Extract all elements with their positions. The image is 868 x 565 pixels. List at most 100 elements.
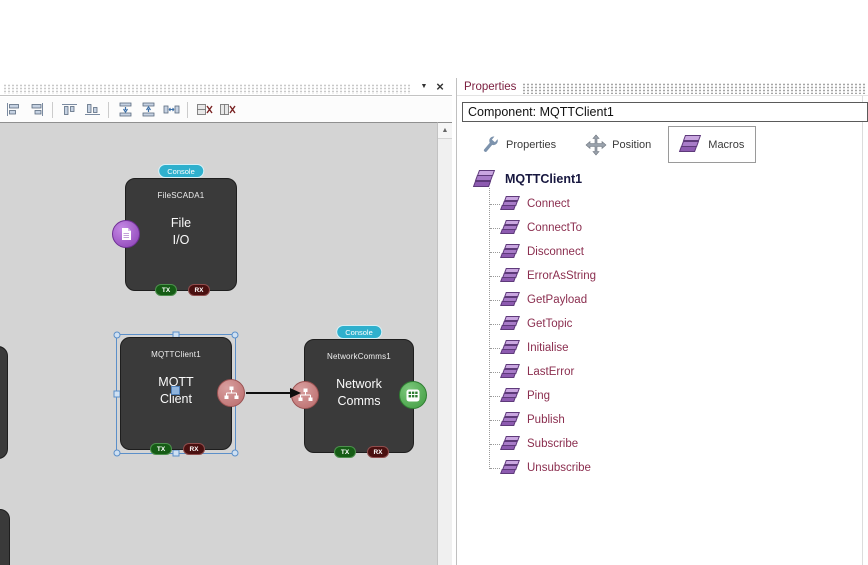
macro-list: Connect ConnectTo Disconnect ErrorAsStri… <box>457 192 868 480</box>
console-badge: Console <box>158 164 204 178</box>
canvas-vertical-scrollbar[interactable]: ▲ <box>437 122 452 565</box>
tab-properties[interactable]: Properties <box>467 126 568 163</box>
macro-label: Publish <box>527 414 565 426</box>
macro-label: Connect <box>527 198 570 210</box>
design-pane-header[interactable]: ▼ × <box>0 78 452 96</box>
properties-panel-header[interactable]: Properties <box>457 78 868 96</box>
remove-row-icon[interactable] <box>194 101 214 118</box>
pane-close-button[interactable]: × <box>432 79 448 94</box>
macro-label: LastError <box>527 366 574 378</box>
macro-icon <box>501 268 520 284</box>
component-title: Network Comms <box>305 376 413 410</box>
macro-item-connect[interactable]: Connect <box>457 192 868 216</box>
macro-item-gettopic[interactable]: GetTopic <box>457 312 868 336</box>
macro-item-unsubscribe[interactable]: Unsubscribe <box>457 456 868 480</box>
title-line: Network <box>336 377 382 391</box>
tx-badge: TX <box>334 446 356 458</box>
title-line: I/O <box>173 233 190 247</box>
app-window: ▼ × <box>0 0 868 565</box>
component-instance-name: MQTTClient1 <box>121 350 231 359</box>
macro-icon <box>501 196 520 212</box>
spacing-icon[interactable] <box>161 101 181 118</box>
macro-icon <box>501 460 520 476</box>
component-block-networkcomms1[interactable]: Console NetworkComms1 Network Comms TX R… <box>304 339 414 453</box>
component-icon <box>474 170 497 189</box>
offscreen-component-block[interactable] <box>0 509 10 565</box>
macro-icon <box>501 316 520 332</box>
selection-handle[interactable] <box>114 332 121 339</box>
macro-item-lasterror[interactable]: LastError <box>457 360 868 384</box>
macro-item-errorasstring[interactable]: ErrorAsString <box>457 264 868 288</box>
properties-panel: Properties Component: MQTTClient1 Proper… <box>456 78 868 565</box>
macro-label: ErrorAsString <box>527 270 596 282</box>
macro-label: GetTopic <box>527 318 572 330</box>
toolbar-separator <box>108 102 109 118</box>
network-port-icon[interactable] <box>217 379 245 407</box>
tab-position[interactable]: Position <box>573 126 663 163</box>
connection-arrow[interactable] <box>244 386 302 400</box>
pane-menu-button[interactable]: ▼ <box>416 79 432 94</box>
macro-icon <box>501 244 520 260</box>
align-top-icon[interactable] <box>59 101 79 118</box>
macro-icon <box>501 412 520 428</box>
macro-label: Disconnect <box>527 246 584 258</box>
tab-label: Properties <box>506 139 556 151</box>
macro-icon <box>501 340 520 356</box>
macro-icon <box>501 436 520 452</box>
console-badge: Console <box>336 325 382 339</box>
scroll-up-button[interactable]: ▲ <box>438 123 452 139</box>
tab-label: Macros <box>708 139 744 151</box>
title-line: Comms <box>337 394 380 408</box>
rx-badge: RX <box>367 446 389 458</box>
distribute-down-icon[interactable] <box>115 101 135 118</box>
macro-label: Unsubscribe <box>527 462 591 474</box>
macro-label: Ping <box>527 390 550 402</box>
alignment-toolbar <box>0 97 452 122</box>
macro-item-ping[interactable]: Ping <box>457 384 868 408</box>
macro-label: ConnectTo <box>527 222 582 234</box>
component-block-filescada1[interactable]: Console FileSCADA1 File I/O TX RX <box>125 178 237 291</box>
pane-grip-texture <box>522 83 866 94</box>
tab-label: Position <box>612 139 651 151</box>
tree-root-mqttclient1[interactable]: MQTTClient1 <box>457 166 868 192</box>
macro-item-initialise[interactable]: Initialise <box>457 336 868 360</box>
macro-item-publish[interactable]: Publish <box>457 408 868 432</box>
pane-grip-texture <box>3 84 410 94</box>
align-right-icon[interactable] <box>26 101 46 118</box>
macro-icon <box>501 292 520 308</box>
selection-anchor-handle[interactable] <box>171 386 180 395</box>
macro-label: GetPayload <box>527 294 587 306</box>
selection-handle[interactable] <box>114 450 121 457</box>
offscreen-component-block[interactable] <box>0 346 8 459</box>
macro-item-getpayload[interactable]: GetPayload <box>457 288 868 312</box>
tx-badge: TX <box>155 284 177 296</box>
macro-tree: MQTTClient1 Connect ConnectTo Disconnect <box>457 166 868 480</box>
device-port-icon[interactable] <box>399 381 427 409</box>
align-left-icon[interactable] <box>3 101 23 118</box>
selection-handle[interactable] <box>232 450 239 457</box>
rx-badge: RX <box>188 284 210 296</box>
tab-macros[interactable]: Macros <box>668 126 756 163</box>
align-bottom-icon[interactable] <box>82 101 102 118</box>
selection-handle[interactable] <box>232 332 239 339</box>
macro-item-disconnect[interactable]: Disconnect <box>457 240 868 264</box>
design-canvas[interactable]: Console FileSCADA1 File I/O TX RX <box>0 122 437 565</box>
selection-handle[interactable] <box>173 450 180 457</box>
macro-icon <box>501 220 520 236</box>
component-field[interactable]: Component: MQTTClient1 <box>462 102 868 122</box>
macro-item-subscribe[interactable]: Subscribe <box>457 432 868 456</box>
scroll-up-icon: ▲ <box>442 127 449 134</box>
macro-icon <box>501 364 520 380</box>
move-icon <box>585 134 607 156</box>
macro-item-connectto[interactable]: ConnectTo <box>457 216 868 240</box>
tree-root-label: MQTTClient1 <box>505 172 582 186</box>
toolbar-separator <box>52 102 53 118</box>
macro-icon <box>501 388 520 404</box>
tx-badge: TX <box>150 443 172 455</box>
toolbar-separator <box>187 102 188 118</box>
file-port-icon[interactable] <box>112 220 140 248</box>
distribute-up-icon[interactable] <box>138 101 158 118</box>
properties-tab-bar: Properties Position Macros <box>467 126 756 163</box>
remove-column-icon[interactable] <box>217 101 237 118</box>
macro-label: Subscribe <box>527 438 578 450</box>
